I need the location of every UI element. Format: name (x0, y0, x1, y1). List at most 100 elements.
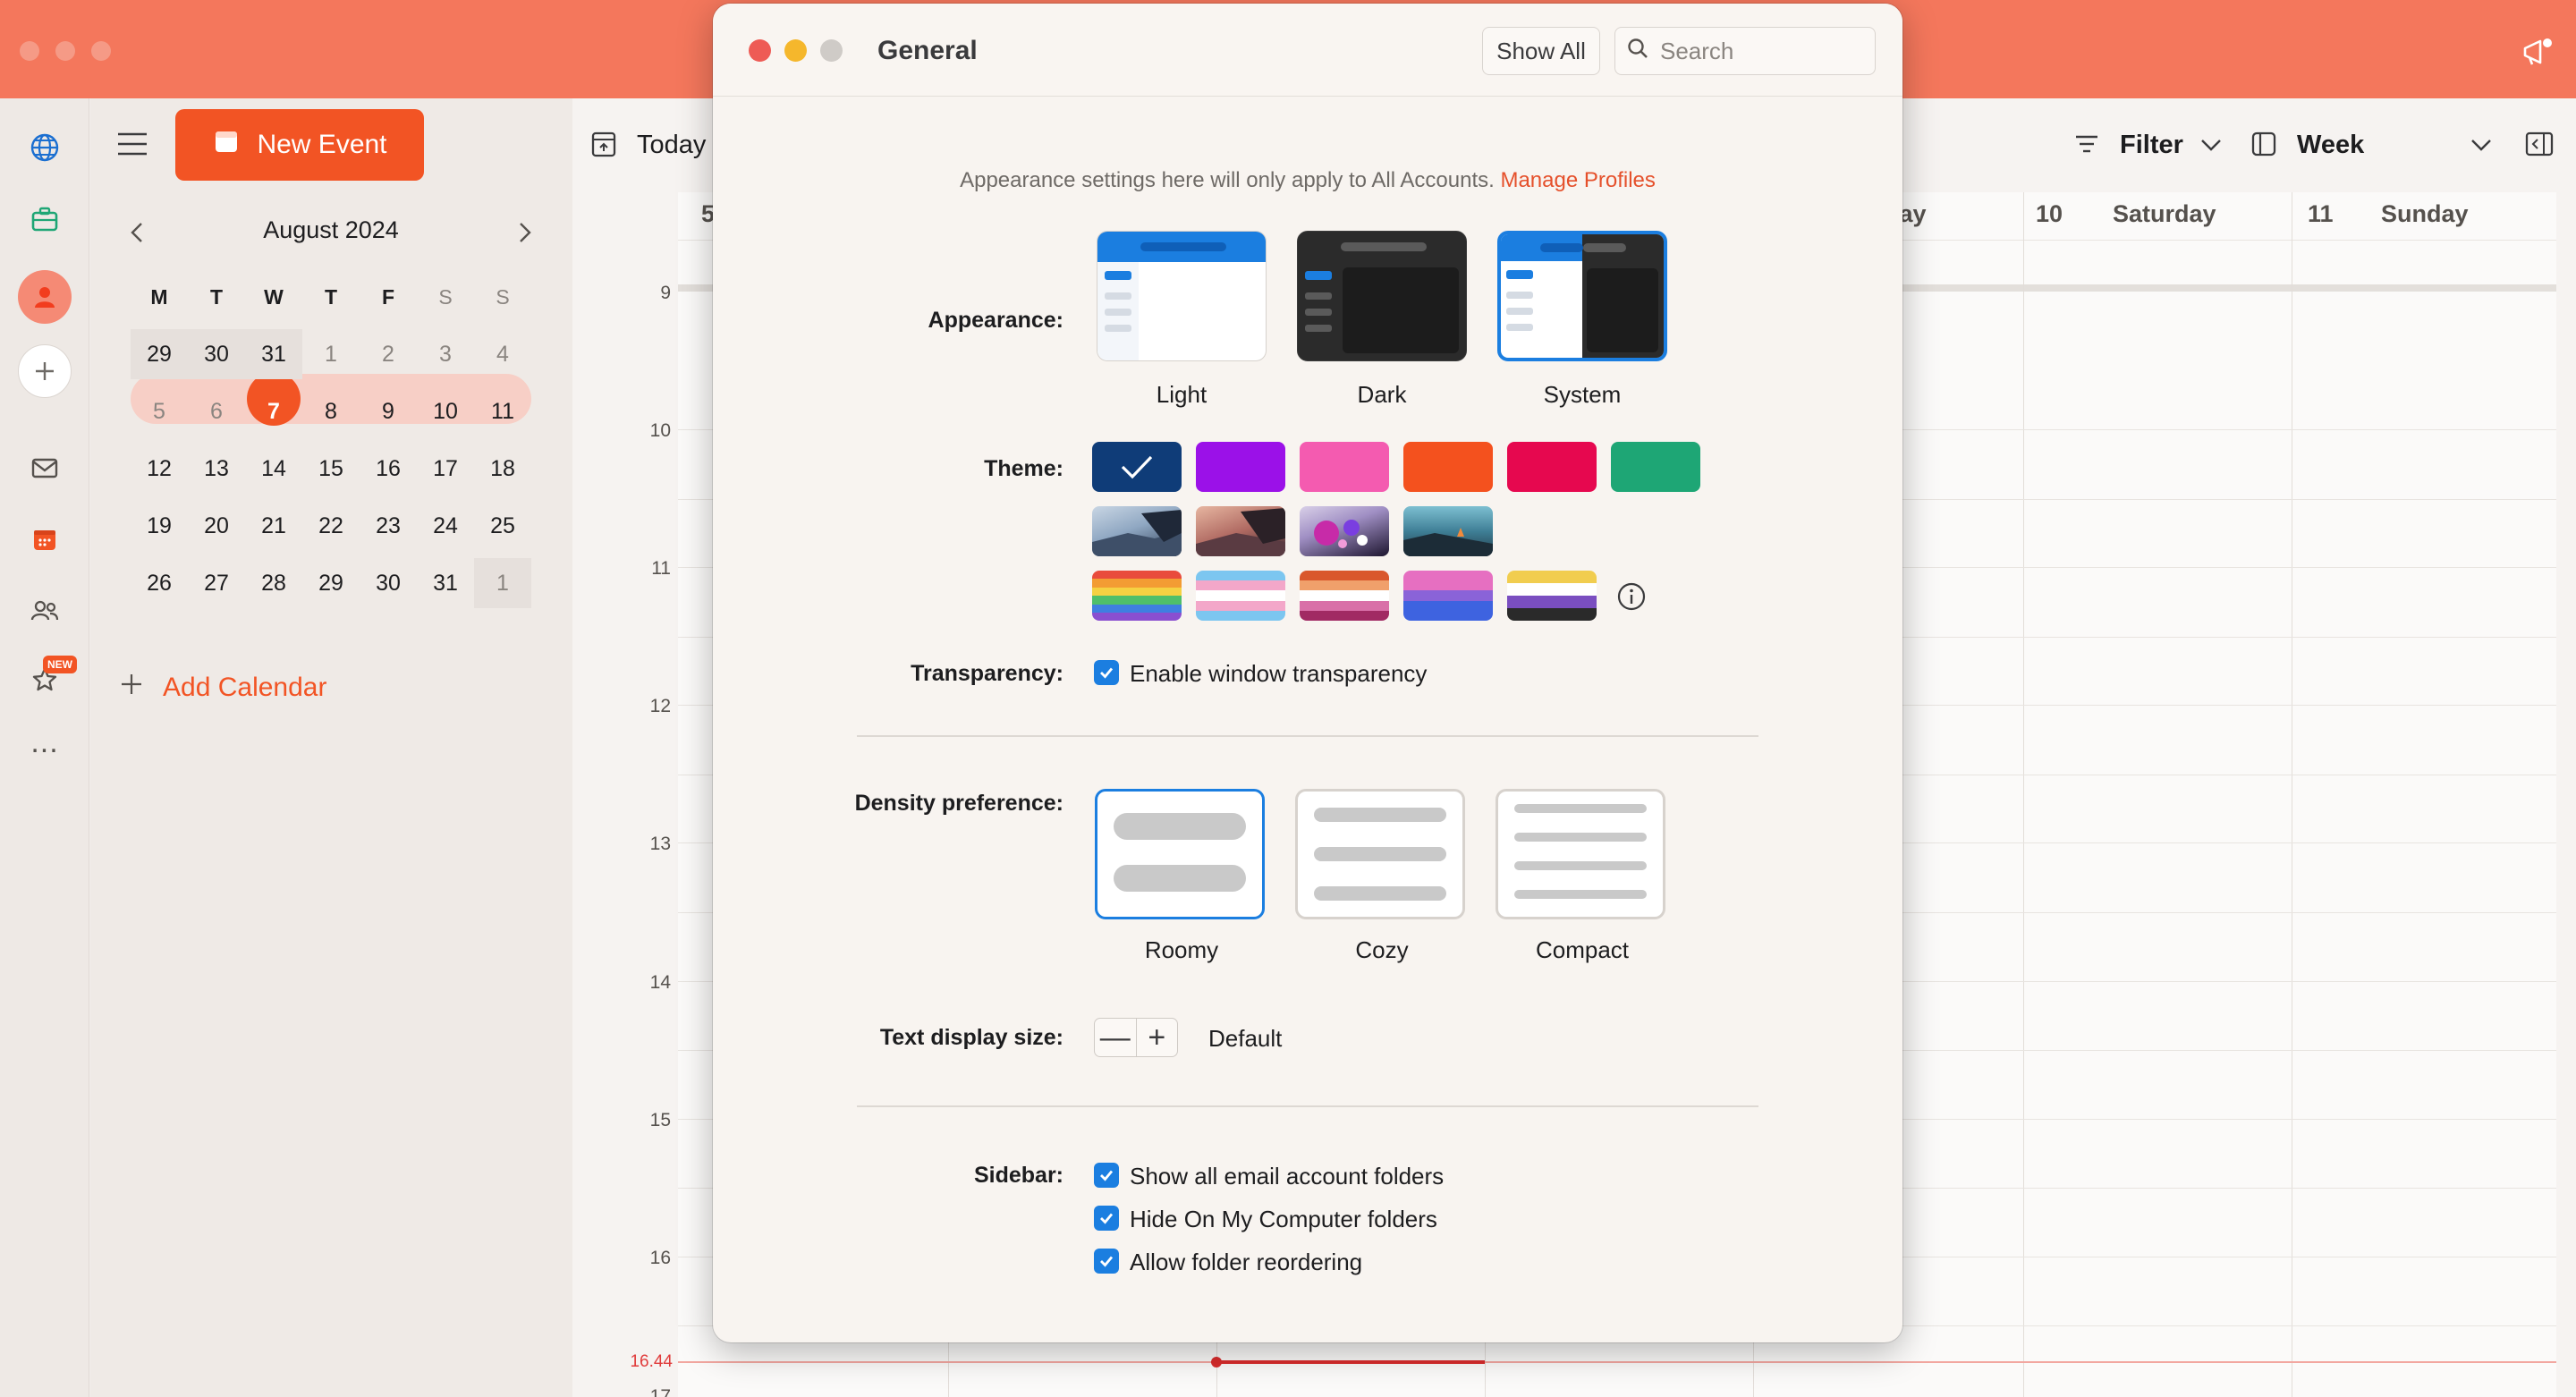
more-icon[interactable]: ... (20, 727, 70, 769)
theme-color-green-swatch[interactable] (1611, 442, 1700, 492)
day-cell[interactable]: 30 (360, 558, 417, 608)
dialog-zoom-button[interactable] (820, 39, 843, 62)
folder-reordering-checkbox[interactable] (1094, 1249, 1119, 1274)
day-cell[interactable]: 23 (360, 501, 417, 551)
new-event-button[interactable]: New Event (175, 109, 424, 181)
day-cell[interactable]: 31 (417, 558, 474, 608)
dialog-close-button[interactable] (749, 39, 771, 62)
window-minimize-button[interactable] (55, 41, 75, 61)
day-cell[interactable]: 6 (188, 386, 245, 436)
text-size-label: Text display size: (879, 1025, 1063, 1050)
globe-icon[interactable] (20, 123, 70, 173)
day-cell[interactable]: 1 (474, 558, 531, 608)
theme-pride-bi-swatch[interactable] (1403, 571, 1493, 621)
theme-color-orange-swatch[interactable] (1403, 442, 1493, 492)
density-cozy-card[interactable] (1295, 789, 1465, 919)
appearance-dark-label: Dark (1357, 381, 1407, 408)
day-cell[interactable]: 11 (474, 386, 531, 436)
day-cell[interactable]: 5 (131, 386, 188, 436)
day-cell[interactable]: 18 (474, 444, 531, 494)
mail-icon[interactable] (20, 443, 70, 493)
briefcase-icon[interactable] (20, 194, 70, 244)
day-cell[interactable]: 28 (245, 558, 302, 608)
day-cell[interactable]: 16 (360, 444, 417, 494)
theme-pride-lesbian-swatch[interactable] (1300, 571, 1389, 621)
week-button[interactable]: Week (2297, 131, 2364, 160)
show-all-button[interactable]: Show All (1482, 27, 1600, 75)
theme-color-pink-swatch[interactable] (1300, 442, 1389, 492)
day-cell[interactable]: 2 (360, 329, 417, 379)
manage-profiles-link[interactable]: Manage Profiles (1500, 168, 1655, 192)
text-size-increase-button[interactable]: + (1137, 1019, 1178, 1056)
theme-pride-rainbow-swatch[interactable] (1092, 571, 1182, 621)
dialog-minimize-button[interactable] (784, 39, 807, 62)
window-zoom-button[interactable] (91, 41, 111, 61)
collapse-panel-icon[interactable] (2524, 130, 2555, 158)
day-cell[interactable]: 30 (188, 329, 245, 379)
theme-pride-nonbinary-swatch[interactable] (1507, 571, 1597, 621)
transparency-checkbox[interactable] (1094, 660, 1119, 685)
theme-color-red-swatch[interactable] (1507, 442, 1597, 492)
filter-chevron-down-icon[interactable] (2199, 134, 2224, 156)
section-divider (857, 735, 1758, 737)
density-roomy-card[interactable] (1095, 789, 1265, 919)
appearance-dark-card[interactable] (1297, 231, 1467, 361)
current-time-today-segment (1216, 1360, 1485, 1364)
filter-button[interactable]: Filter (2120, 131, 2183, 160)
day-cell[interactable]: 29 (131, 329, 188, 379)
week-view-icon[interactable] (2250, 131, 2277, 157)
today-button[interactable]: Today (637, 131, 706, 160)
window-close-button[interactable] (20, 41, 39, 61)
day-cell[interactable]: 25 (474, 501, 531, 551)
theme-color-navy-swatch[interactable] (1092, 442, 1182, 492)
day-number: 10 (2036, 200, 2063, 227)
day-cell[interactable]: 8 (302, 386, 360, 436)
day-cell[interactable]: 17 (417, 444, 474, 494)
day-cell[interactable]: 22 (302, 501, 360, 551)
day-cell[interactable]: 14 (245, 444, 302, 494)
theme-color-purple-swatch[interactable] (1196, 442, 1285, 492)
theme-image-swatch[interactable] (1403, 506, 1493, 556)
calendar-icon[interactable] (20, 514, 70, 564)
theme-image-swatch[interactable] (1196, 506, 1285, 556)
info-icon[interactable] (1616, 581, 1647, 612)
day-cell[interactable]: 9 (360, 386, 417, 436)
hamburger-menu-icon[interactable] (116, 131, 148, 157)
appearance-system-card[interactable] (1497, 231, 1667, 361)
appearance-light-card[interactable] (1097, 231, 1267, 361)
feedback-icon[interactable] (2519, 34, 2556, 72)
day-cell[interactable]: 12 (131, 444, 188, 494)
day-cell[interactable]: 15 (302, 444, 360, 494)
filter-icon[interactable] (2073, 131, 2100, 157)
day-cell[interactable]: 10 (417, 386, 474, 436)
day-cell[interactable]: 4 (474, 329, 531, 379)
text-size-decrease-button[interactable]: — (1095, 1019, 1137, 1056)
day-cell[interactable]: 3 (417, 329, 474, 379)
day-cell[interactable]: 24 (417, 501, 474, 551)
density-compact-card[interactable] (1496, 789, 1665, 919)
day-cell[interactable]: 20 (188, 501, 245, 551)
day-cell[interactable]: 19 (131, 501, 188, 551)
today-icon[interactable] (590, 130, 617, 158)
day-cell[interactable]: 26 (131, 558, 188, 608)
theme-image-swatch[interactable] (1092, 506, 1182, 556)
appearance-label: Appearance: (928, 308, 1063, 333)
next-month-chevron-icon[interactable] (512, 218, 537, 247)
add-account-icon[interactable] (18, 344, 72, 398)
day-cell[interactable]: 31 (245, 329, 302, 379)
search-field[interactable]: Search (1614, 27, 1876, 75)
theme-image-swatch[interactable] (1300, 506, 1389, 556)
add-calendar-button[interactable]: Add Calendar (120, 673, 326, 703)
people-icon[interactable] (20, 586, 70, 636)
day-cell[interactable]: 13 (188, 444, 245, 494)
week-chevron-down-icon[interactable] (2469, 134, 2494, 156)
account-avatar-icon[interactable] (18, 270, 72, 324)
day-cell[interactable]: 21 (245, 501, 302, 551)
hide-local-folders-checkbox[interactable] (1094, 1206, 1119, 1231)
day-cell[interactable]: 27 (188, 558, 245, 608)
day-cell-today[interactable]: 7 (245, 386, 302, 436)
day-cell[interactable]: 29 (302, 558, 360, 608)
show-all-folders-checkbox[interactable] (1094, 1163, 1119, 1188)
theme-pride-trans-swatch[interactable] (1196, 571, 1285, 621)
day-cell[interactable]: 1 (302, 329, 360, 379)
